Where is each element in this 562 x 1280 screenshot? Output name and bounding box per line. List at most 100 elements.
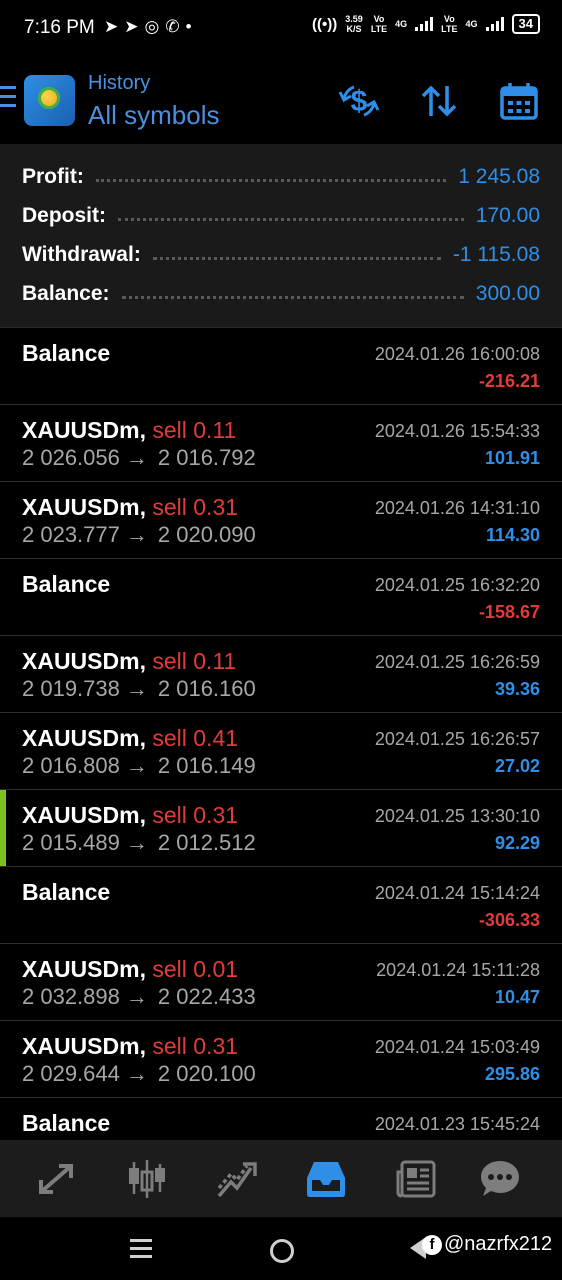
row-symbol: XAUUSDm, [22,802,146,828]
history-row-deal[interactable]: XAUUSDm, sell 0.01 2 032.898 → 2 022.433 2… [0,944,562,1021]
row-amount: -158.67 [478,602,540,622]
row-side: sell 0.11 [152,648,237,674]
sort-button[interactable] [418,80,460,122]
app-notification-icon: ◎ [144,17,166,36]
dotted-leader [95,177,447,182]
history-row-deal[interactable]: XAUUSDm, sell 0.11 2 019.738 → 2 016.160 2… [0,636,562,713]
history-row-deal[interactable]: XAUUSDm, sell 0.41 2 016.808 → 2 016.149 2… [0,713,562,790]
row-time: 2024.01.24 15:03:49 [374,1037,540,1057]
calendar-icon [500,83,538,120]
history-row-balance[interactable]: Balance 2024.01.24 15:14:24 -306.33 [0,867,562,944]
arrow-icon: → [125,676,148,701]
dotted-leader [152,255,441,260]
row-time: 2024.01.26 14:31:10 [374,498,540,518]
symbol-filter-title[interactable]: All symbols [88,100,219,131]
row-time: 2024.01.24 15:14:24 [374,883,540,903]
row-prices: 2 019.738 → 2 016.160 [22,676,256,701]
row-amount: -306.33 [478,910,540,930]
nav-chart[interactable] [125,1158,169,1200]
recents-button[interactable] [130,1239,152,1263]
telegram-icon: ➤ [104,17,125,36]
summary-profit: Profit: 1 245.08 [22,165,540,188]
arrow-icon: → [125,522,148,547]
phone-icon: ✆ [165,17,186,36]
row-prices: 2 026.056 → 2 016.792 [22,445,256,470]
history-row-balance[interactable]: Balance 2024.01.23 15:45:24 [0,1098,562,1140]
bottom-navigation [0,1140,562,1217]
row-amount: 101.91 [484,448,540,468]
sort-arrows-icon [421,85,457,117]
row-time: 2024.01.26 16:00:08 [374,344,540,364]
net-speed: 3.59 K/S [345,14,363,34]
summary-withdrawal: Withdrawal: -1 115.08 [22,243,540,266]
row-title: XAUUSDm, sell 0.11 [22,648,236,675]
arrow-icon: → [125,445,148,470]
home-button[interactable] [270,1239,294,1263]
row-amount: -216.21 [478,371,540,391]
nav-messages[interactable] [478,1158,522,1200]
row-side: sell 0.31 [152,802,239,828]
app-logo [24,75,75,126]
row-amount: 27.02 [494,756,540,776]
row-symbol: XAUUSDm, [22,494,146,520]
arrow-icon: → [125,1061,148,1086]
history-list[interactable]: Balance 2024.01.26 16:00:08 -216.21 XAUU… [0,328,562,1140]
history-row-deal[interactable]: XAUUSDm, sell 0.11 2 026.056 → 2 016.792 2… [0,405,562,482]
row-title: Balance [22,340,111,366]
row-title: XAUUSDm, sell 0.11 [22,417,236,444]
row-side: sell 0.31 [152,494,239,520]
battery-icon: 34 [511,14,540,34]
history-summary: Profit: 1 245.08 Deposit: 170.00 Withdra… [0,144,562,328]
row-side: sell 0.31 [152,1033,239,1059]
trade-icon [217,1162,257,1198]
history-row-deal[interactable]: XAUUSDm, sell 0.31 2 029.644 → 2 020.100 2… [0,1021,562,1098]
withdrawal-value: -1 115.08 [452,243,540,266]
watermark: f @nazrfx212 [422,1233,552,1256]
app-header: History All symbols $ [0,58,562,144]
arrow-icon: → [125,830,148,855]
currency-exchange-icon: $ [338,85,380,118]
balance-value: 300.00 [475,282,540,305]
row-title: XAUUSDm, sell 0.31 [22,802,238,829]
history-row-deal[interactable]: XAUUSDm, sell 0.31 2 023.777 → 2 020.090 2… [0,482,562,559]
arrow-icon: → [125,753,148,778]
period-calendar-button[interactable] [498,80,540,122]
nav-trade[interactable] [215,1158,259,1200]
row-time: 2024.01.26 15:54:33 [374,421,540,441]
row-amount: 39.36 [494,679,540,699]
row-prices: 2 032.898 → 2 022.433 [22,984,256,1009]
deposit-value: 170.00 [475,204,540,227]
dotted-leader [118,216,464,221]
nav-quotes[interactable] [35,1158,79,1200]
messages-icon [481,1161,519,1196]
arrow-icon: → [125,984,148,1009]
nav-history[interactable] [304,1158,348,1200]
dotted-leader [121,294,464,299]
facebook-icon: f [422,1235,442,1255]
history-row-balance[interactable]: Balance 2024.01.26 16:00:08 -216.21 [0,328,562,405]
sim1-volte: Vo LTE [370,14,388,34]
deposit-withdraw-button[interactable]: $ [338,80,380,122]
clock: 7:16 PM [24,17,95,38]
row-symbol: XAUUSDm, [22,956,146,982]
row-title: XAUUSDm, sell 0.31 [22,1033,238,1060]
system-navigation: f @nazrfx212 [0,1217,562,1280]
row-title: XAUUSDm, sell 0.31 [22,494,238,521]
row-amount: 295.86 [484,1064,540,1084]
row-amount: 114.30 [485,525,540,545]
row-prices: 2 023.777 → 2 020.090 [22,522,256,547]
sim1-gen: 4G [395,19,408,29]
row-title: XAUUSDm, sell 0.41 [22,725,238,752]
header-subtitle: History [88,72,151,94]
row-amount: 92.29 [494,833,540,853]
row-title: Balance [22,571,111,597]
history-row-deal-selected[interactable]: XAUUSDm, sell 0.31 2 015.489 → 2 012.512 2… [0,790,562,867]
sim2-gen: 4G [465,19,478,29]
nav-news[interactable] [394,1158,438,1200]
history-row-balance[interactable]: Balance 2024.01.25 16:32:20 -158.67 [0,559,562,636]
row-prices: 2 015.489 → 2 012.512 [22,830,256,855]
profit-value: 1 245.08 [458,165,540,188]
hamburger-menu-icon[interactable] [0,86,16,110]
dot-icon: • [185,17,198,36]
row-symbol: XAUUSDm, [22,417,146,443]
